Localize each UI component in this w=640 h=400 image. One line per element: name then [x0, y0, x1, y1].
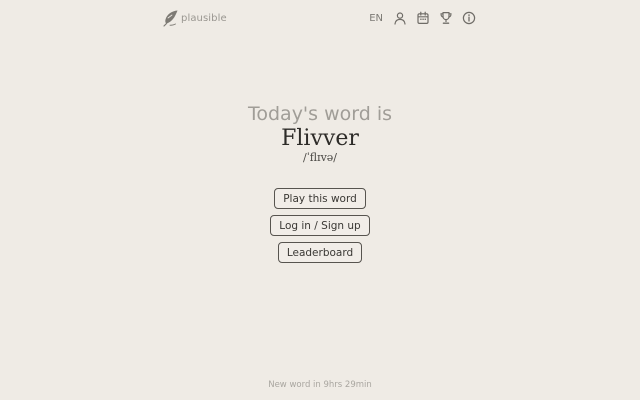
daily-word: Flivver [281, 126, 359, 151]
feather-icon [162, 9, 179, 27]
info-icon[interactable] [462, 11, 476, 25]
user-icon[interactable] [393, 11, 407, 25]
trophy-icon[interactable] [439, 11, 453, 25]
action-buttons: Play this word Log in / Sign up Leaderbo… [0, 188, 640, 263]
next-word-countdown: New word in 9hrs 29min [268, 380, 372, 390]
phonetic-transcription: /ˈflɪvə/ [302, 151, 337, 164]
word-of-the-day: Today's word is Flivver /ˈflɪvə/ [0, 102, 640, 164]
language-selector[interactable]: EN [369, 13, 383, 24]
calendar-icon[interactable] [416, 11, 430, 25]
page: plausible EN Today's word is Flivver /ˈf… [0, 0, 640, 400]
brand-name: plausible [181, 12, 227, 24]
brand-home-link[interactable]: plausible [162, 9, 227, 27]
header-nav: EN [369, 11, 476, 25]
hero-prefix: Today's word is [247, 103, 393, 125]
play-word-button[interactable]: Play this word [274, 188, 366, 209]
leaderboard-button[interactable]: Leaderboard [278, 242, 362, 263]
header: plausible EN [162, 8, 476, 28]
login-signup-button[interactable]: Log in / Sign up [270, 215, 370, 236]
